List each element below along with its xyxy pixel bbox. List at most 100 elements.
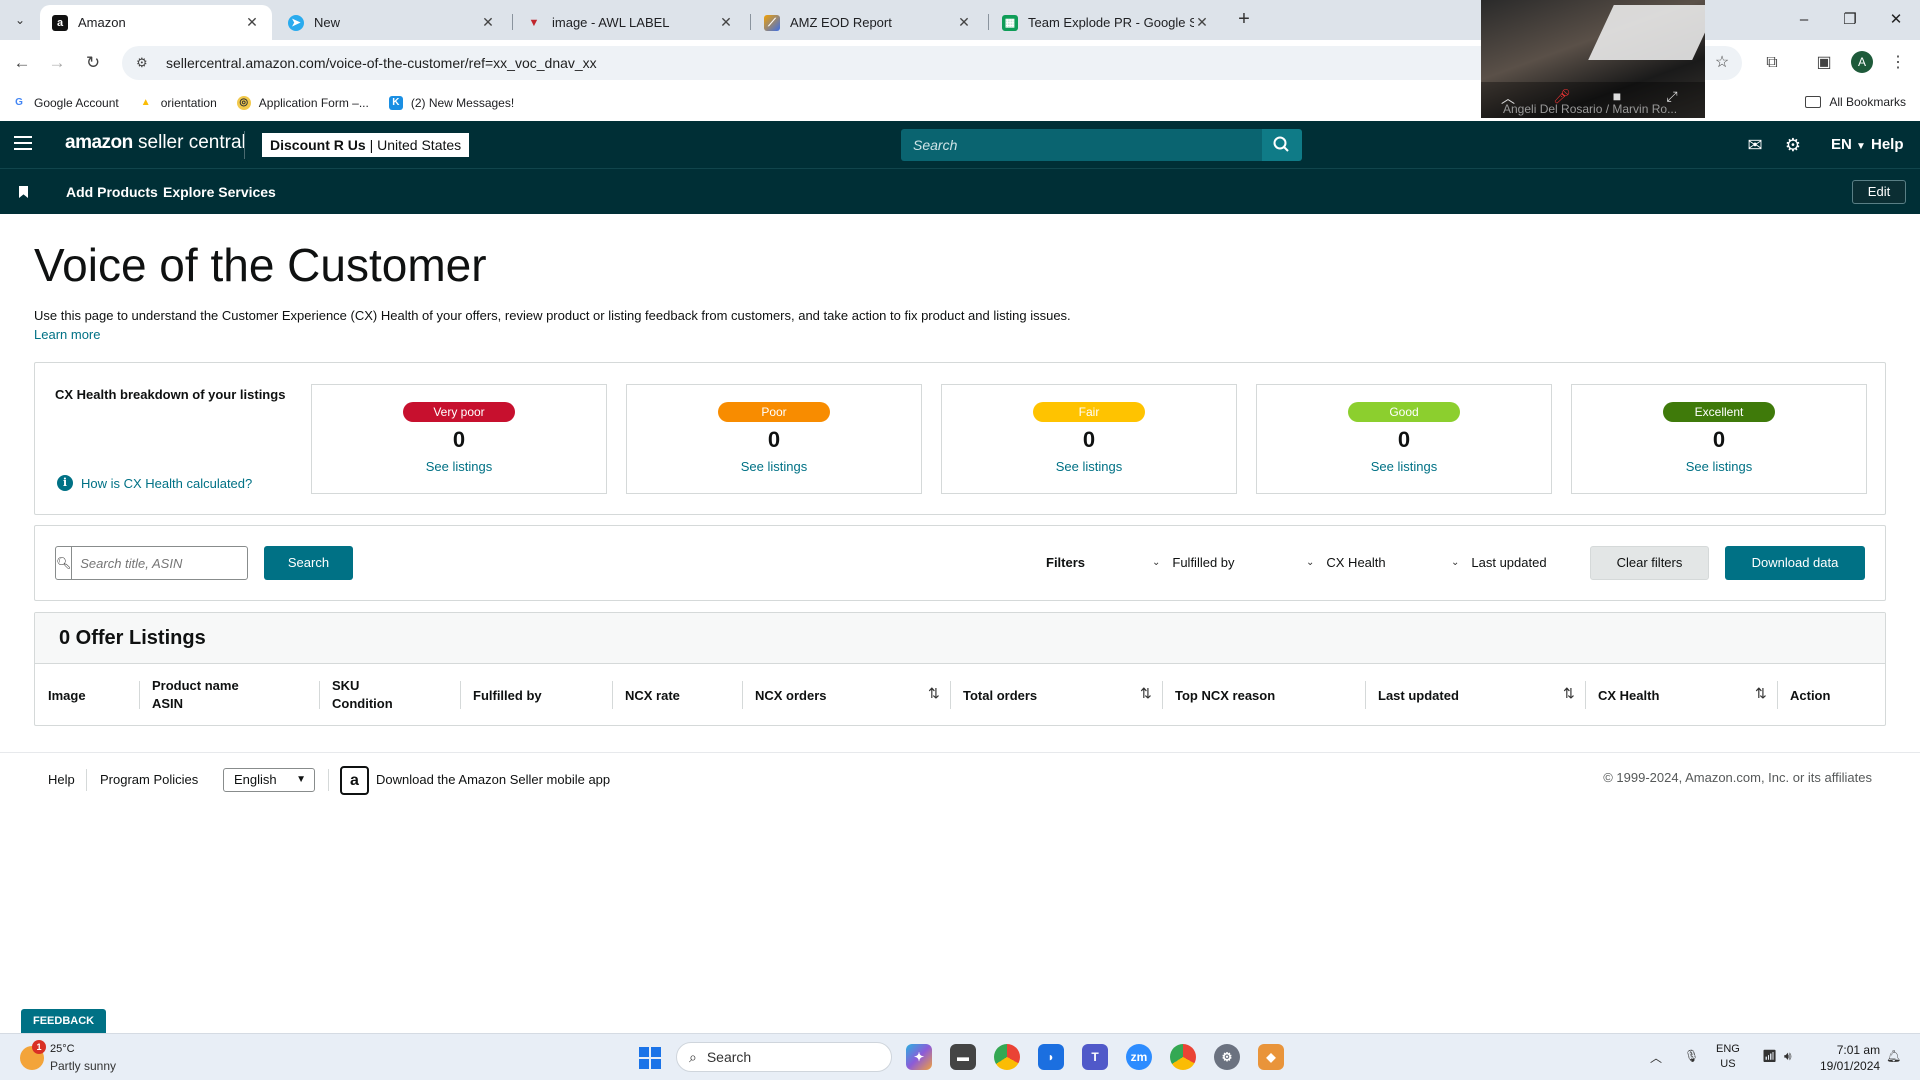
chrome-profile-icon[interactable] [1170, 1044, 1196, 1070]
language-selector[interactable]: EN ▼ [1831, 136, 1866, 153]
cx-health-dropdown[interactable]: ⌄ CX Health [1306, 555, 1386, 570]
extensions-icon[interactable]: ⧉ [1760, 51, 1784, 75]
settings-gear-icon[interactable]: ⚙ [1214, 1044, 1240, 1070]
site-info-icon[interactable]: ⚙ [136, 55, 156, 71]
listing-search-input[interactable] [72, 548, 259, 578]
sort-icon[interactable]: ⇅ [1140, 685, 1152, 702]
subnav-add-products[interactable]: Add Products [66, 184, 158, 200]
footer-program-policies-link[interactable]: Program Policies [100, 772, 198, 787]
copilot-app-icon[interactable]: ◗ [1038, 1044, 1064, 1070]
amazon-app-icon[interactable]: a [340, 766, 369, 795]
windows-start-icon[interactable] [639, 1047, 661, 1069]
how-cx-health-link[interactable]: i How is CX Health calculated? [57, 475, 252, 491]
see-listings-link[interactable]: See listings [312, 459, 606, 474]
bookmark-star-icon[interactable]: ☆ [1710, 51, 1734, 75]
profile-avatar[interactable]: A [1851, 51, 1873, 73]
learn-more-link[interactable]: Learn more [34, 327, 100, 342]
reload-icon[interactable]: ↻ [80, 50, 106, 76]
download-data-button[interactable]: Download data [1725, 546, 1865, 580]
column-sku: SKU Condition [319, 664, 393, 725]
browser-tab-amazon[interactable]: a Amazon ✕ [40, 5, 272, 40]
back-arrow-icon[interactable]: ← [9, 50, 35, 76]
zoom-icon[interactable]: zm [1126, 1044, 1152, 1070]
file-explorer-icon[interactable]: ▬ [950, 1044, 976, 1070]
copilot-icon[interactable]: ✦ [906, 1044, 932, 1070]
store-name: Discount R Us [270, 137, 366, 153]
bookmark-new-messages[interactable]: K (2) New Messages! [388, 96, 514, 110]
browser-tab-awl-label[interactable]: ▼ image - AWL LABEL ✕ [514, 5, 746, 40]
side-panel-icon[interactable]: ▣ [1812, 51, 1836, 75]
column-last-updated[interactable]: Last updated [1365, 664, 1459, 725]
browser-tab-new[interactable]: ➤ New ✕ [276, 5, 508, 40]
column-label: NCX orders [755, 687, 827, 703]
subnav-explore-services[interactable]: Explore Services [163, 184, 276, 200]
new-tab-plus-icon[interactable]: + [1232, 8, 1256, 32]
browser-tab-google-sheets[interactable]: ▦ Team Explode PR - Google She ✕ [990, 5, 1222, 40]
restore-icon[interactable]: ❐ [1827, 8, 1873, 32]
bookmark-google-account[interactable]: G Google Account [12, 96, 119, 110]
column-ncx-orders[interactable]: NCX orders [742, 664, 827, 725]
close-icon[interactable]: ✕ [244, 14, 260, 31]
last-updated-dropdown[interactable]: ⌄ Last updated [1451, 555, 1547, 570]
chrome-icon[interactable] [994, 1044, 1020, 1070]
microphone-icon[interactable]: 🎙︎ [1684, 1049, 1699, 1063]
see-listings-link[interactable]: See listings [1572, 459, 1866, 474]
column-cx-health[interactable]: CX Health [1585, 664, 1659, 725]
forward-arrow-icon[interactable]: → [44, 50, 70, 76]
weather-temperature[interactable]: 25°C [50, 1043, 75, 1055]
sort-icon[interactable]: ⇅ [1755, 685, 1767, 702]
video-call-overlay[interactable]: ︿ 🎤︎ ■ ⤢ Angeli Del Rosario / Marvin Ro.… [1481, 0, 1705, 118]
close-icon[interactable]: ✕ [956, 14, 972, 31]
column-action: Action [1777, 664, 1830, 725]
close-icon[interactable]: ✕ [718, 14, 734, 31]
column-total-orders[interactable]: Total orders [950, 664, 1037, 725]
search-icon: 🔍︎ [56, 547, 73, 579]
hamburger-menu-icon[interactable] [14, 136, 32, 152]
close-icon[interactable]: ✕ [480, 14, 496, 31]
clear-filters-button[interactable]: Clear filters [1590, 546, 1709, 580]
edit-nav-button[interactable]: Edit [1852, 180, 1906, 204]
gear-icon[interactable]: ⚙ [1782, 134, 1804, 156]
close-icon[interactable]: ✕ [1194, 14, 1210, 31]
footer-language-value: English [234, 772, 277, 787]
sort-icon[interactable]: ⇅ [1563, 685, 1575, 702]
see-listings-link[interactable]: See listings [942, 459, 1236, 474]
taskbar-search[interactable]: ⌕ Search [676, 1042, 892, 1072]
bookmark-orientation[interactable]: ▲ orientation [139, 96, 217, 110]
app-icon[interactable]: ◆ [1258, 1044, 1284, 1070]
notification-bell-icon[interactable]: 🔔︎ [1886, 1049, 1901, 1063]
see-listings-link[interactable]: See listings [1257, 459, 1551, 474]
footer-language-select[interactable]: English ▼ [223, 768, 315, 792]
chevron-up-icon[interactable]: ︿ [1650, 1049, 1662, 1066]
weather-description[interactable]: Partly sunny [50, 1059, 116, 1073]
bookmark-icon[interactable] [19, 186, 28, 198]
browser-tab-eod-report[interactable]: ⟋ AMZ EOD Report ✕ [752, 5, 984, 40]
minimize-icon[interactable]: – [1781, 8, 1827, 32]
input-language-indicator[interactable]: ENG US [1716, 1042, 1740, 1072]
sort-icon[interactable]: ⇅ [928, 685, 940, 702]
store-switcher[interactable]: Discount R Us | United States [262, 133, 470, 157]
volume-icon[interactable]: 🔊︎ [1784, 1049, 1792, 1064]
filters-label: Filters [1046, 555, 1086, 570]
header-search-button[interactable] [1262, 129, 1302, 161]
health-card-excellent: Excellent 0 See listings [1571, 384, 1867, 494]
header-help-link[interactable]: Help [1871, 136, 1904, 153]
listing-search-button[interactable]: Search [264, 546, 353, 580]
footer-separator [328, 769, 329, 791]
tab-search-chevron-icon[interactable]: ⌄ [8, 9, 32, 31]
teams-icon[interactable]: T [1082, 1044, 1108, 1070]
all-bookmarks[interactable]: All Bookmarks [1805, 95, 1906, 109]
mail-icon[interactable]: ✉ [1744, 134, 1766, 156]
bookmark-application-form[interactable]: ◎ Application Form –... [236, 96, 369, 110]
footer-help-link[interactable]: Help [48, 772, 75, 787]
seller-central-logo[interactable]: amazon seller central [65, 132, 246, 154]
window-close-icon[interactable]: ✕ [1873, 8, 1919, 32]
sheets-icon: ▦ [1002, 14, 1018, 31]
download-app-link[interactable]: Download the Amazon Seller mobile app [376, 772, 610, 787]
see-listings-link[interactable]: See listings [627, 459, 921, 474]
browser-menu-icon[interactable]: ⋮ [1886, 51, 1910, 75]
feedback-tab[interactable]: FEEDBACK ✕ [21, 1009, 106, 1051]
wifi-icon[interactable]: 📶︎ [1762, 1049, 1777, 1063]
taskbar-clock[interactable]: 7:01 am 19/01/2024 [1820, 1042, 1880, 1074]
fulfilled-by-dropdown[interactable]: ⌄ Fulfilled by [1152, 555, 1235, 570]
